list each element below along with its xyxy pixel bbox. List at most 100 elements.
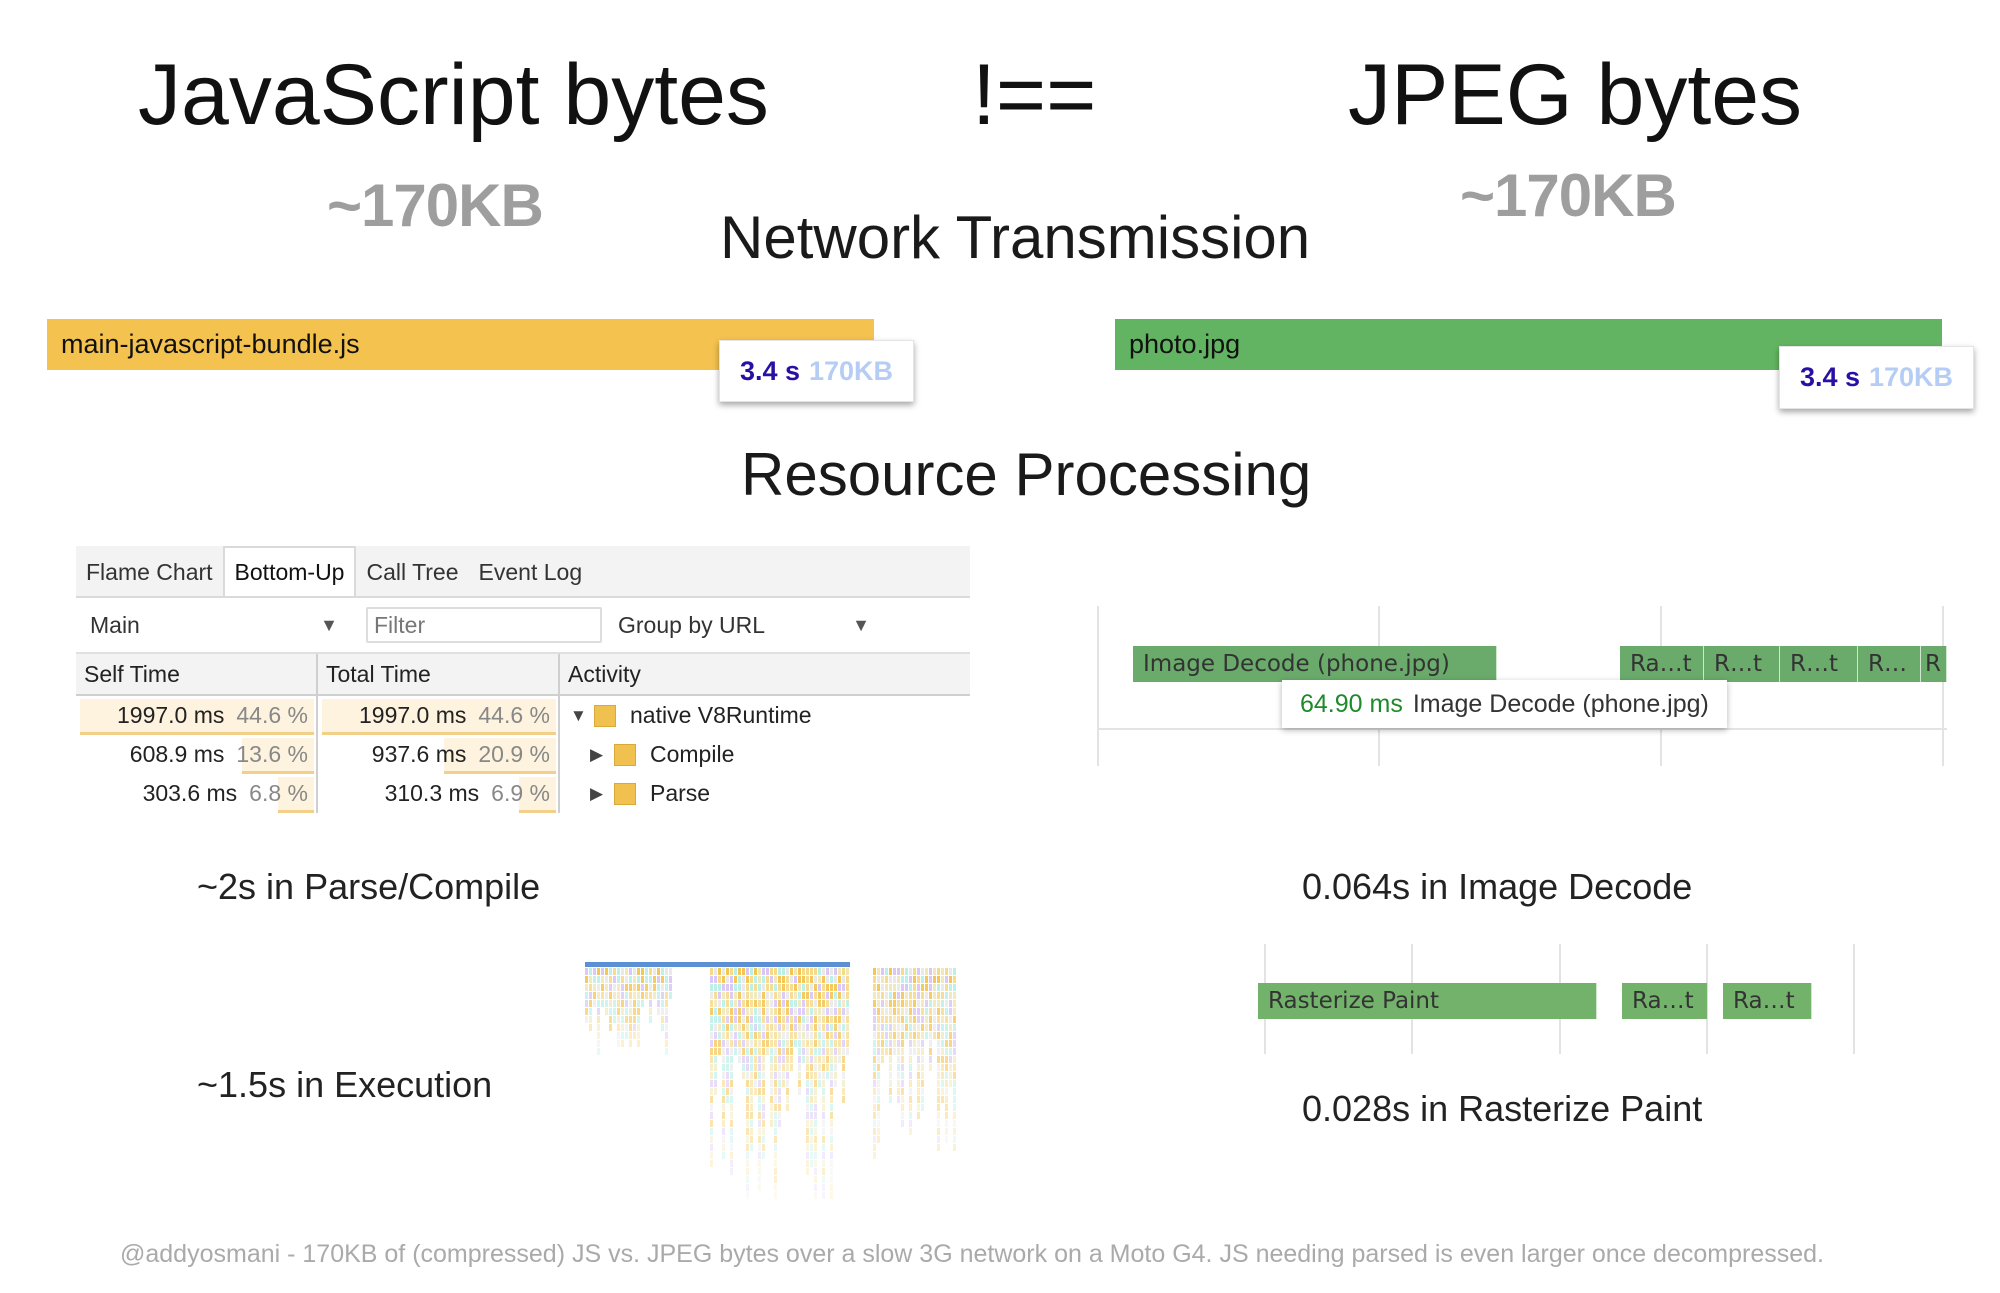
flame-chart-frame — [826, 992, 829, 999]
flame-chart-frame — [750, 1128, 753, 1135]
flame-chart-frame — [953, 1064, 956, 1071]
flame-chart-frame — [917, 1104, 920, 1111]
flame-chart-frame — [589, 1000, 592, 1007]
rasterize-bar[interactable]: R… — [1858, 646, 1921, 682]
flame-chart-frame — [897, 984, 900, 991]
flame-chart-frame — [921, 1104, 924, 1111]
rasterize-bar[interactable]: R — [1921, 646, 1947, 682]
flame-chart-frame — [782, 1080, 785, 1087]
flame-chart-frame — [885, 1032, 888, 1039]
flame-chart-frame — [822, 1000, 825, 1007]
flame-chart-frame — [754, 1056, 757, 1063]
flame-chart-frame — [657, 1008, 660, 1015]
flame-chart-frame — [714, 1000, 717, 1007]
timeline-gridline — [1097, 728, 1947, 730]
flame-chart-frame — [609, 1000, 612, 1007]
rasterize-bar[interactable]: Ra…t — [1622, 983, 1708, 1019]
tab-flame-chart[interactable]: Flame Chart — [76, 548, 223, 596]
flame-chart-frame — [822, 1136, 825, 1143]
flame-chart-frame — [710, 1016, 713, 1023]
flame-chart-frame — [625, 1008, 628, 1015]
table-row[interactable]: 303.6 ms 6.8 % 310.3 ms 6.9 % ▶ Parse — [76, 774, 970, 813]
flame-chart-frame — [609, 992, 612, 999]
expand-triangle-down-icon[interactable]: ▼ — [570, 706, 594, 726]
flame-chart-frame — [750, 1120, 753, 1127]
rasterize-paint-bar[interactable]: Rasterize Paint — [1258, 983, 1597, 1019]
flame-chart-frame — [742, 1056, 745, 1063]
column-header-activity[interactable]: Activity — [560, 654, 970, 694]
flame-chart-frame — [873, 1040, 876, 1047]
flame-chart-frame — [758, 992, 761, 999]
rasterize-bar[interactable]: R…t — [1704, 646, 1780, 682]
flame-chart-frame — [782, 968, 785, 975]
flame-chart-frame — [937, 968, 940, 975]
flame-chart-frame — [633, 1032, 636, 1039]
rasterize-bar[interactable]: Ra…t — [1723, 983, 1812, 1019]
flame-chart-frame — [937, 1096, 940, 1103]
flame-chart-frame — [782, 1072, 785, 1079]
flame-chart-frame — [774, 1176, 777, 1183]
flame-chart-frame — [929, 1016, 932, 1023]
flame-chart-frame — [601, 976, 604, 983]
flame-chart-frame — [665, 1048, 668, 1055]
flame-chart-frame — [718, 1016, 721, 1023]
flame-chart-frame — [830, 968, 833, 975]
flame-chart-frame — [885, 1048, 888, 1055]
flame-chart-frame — [838, 1008, 841, 1015]
flame-chart-frame — [810, 1064, 813, 1071]
thread-select[interactable]: Main ▼ — [76, 612, 352, 639]
flame-chart-frame — [633, 984, 636, 991]
flame-chart-frame — [838, 1000, 841, 1007]
flame-chart-frame — [637, 976, 640, 983]
flame-chart-top-bar — [585, 962, 850, 967]
flame-chart-frame — [897, 1008, 900, 1015]
flame-chart-frame — [834, 1064, 837, 1071]
flame-chart-frame — [774, 1120, 777, 1127]
flame-chart-frame — [722, 1056, 725, 1063]
flame-chart-frame — [790, 1048, 793, 1055]
flame-chart-frame — [885, 968, 888, 975]
flame-chart-frame — [814, 1048, 817, 1055]
timeline-gridline — [1853, 944, 1855, 1054]
flame-chart-frame — [726, 1016, 729, 1023]
table-row[interactable]: 1997.0 ms 44.6 % 1997.0 ms 44.6 % ▼ nati… — [76, 696, 970, 735]
flame-chart-frame — [806, 1104, 809, 1111]
flame-chart-frame — [909, 1040, 912, 1047]
flame-chart-frame — [846, 1048, 849, 1055]
rasterize-bar[interactable]: Ra…t — [1620, 646, 1704, 682]
flame-chart-frame — [774, 1080, 777, 1087]
flame-chart-frame — [714, 1024, 717, 1031]
rasterize-bar[interactable]: R…t — [1780, 646, 1858, 682]
image-decode-bar[interactable]: Image Decode (phone.jpg) — [1133, 646, 1497, 682]
table-row[interactable]: 608.9 ms 13.6 % 937.6 ms 20.9 % ▶ Compil… — [76, 735, 970, 774]
flame-chart-frame — [925, 1000, 928, 1007]
flame-chart-frame — [766, 976, 769, 983]
flame-chart-frame — [822, 1192, 825, 1199]
flame-chart-frame — [897, 1080, 900, 1087]
expand-triangle-right-icon[interactable]: ▶ — [590, 784, 614, 804]
flame-chart-frame — [637, 984, 640, 991]
tab-call-tree[interactable]: Call Tree — [356, 548, 468, 596]
flame-chart-frame — [921, 1056, 924, 1063]
flame-chart-frame — [889, 1072, 892, 1079]
flame-chart-frame — [770, 1032, 773, 1039]
column-header-total-time[interactable]: Total Time — [318, 654, 560, 694]
tab-event-log[interactable]: Event Log — [469, 548, 593, 596]
flame-chart-frame — [806, 1160, 809, 1167]
tab-bottom-up[interactable]: Bottom-Up — [222, 546, 357, 596]
flame-chart-frame — [909, 1072, 912, 1079]
flame-chart-frame — [758, 1112, 761, 1119]
flame-chart-frame — [665, 1040, 668, 1047]
flame-chart-frame — [913, 1040, 916, 1047]
column-header-self-time[interactable]: Self Time — [76, 654, 318, 694]
flame-chart-frame — [665, 984, 668, 991]
group-by-select[interactable]: Group by URL ▼ — [604, 612, 884, 639]
filter-input[interactable]: Filter — [366, 607, 602, 643]
flame-chart-frame — [810, 1000, 813, 1007]
flame-chart-frame — [806, 1144, 809, 1151]
rasterize-timeline: Rasterize Paint Ra…t Ra…t — [1250, 944, 1860, 1054]
flame-chart-frame — [830, 1176, 833, 1183]
flame-chart-frame — [726, 984, 729, 991]
flame-chart-frame — [822, 1024, 825, 1031]
expand-triangle-right-icon[interactable]: ▶ — [590, 745, 614, 765]
